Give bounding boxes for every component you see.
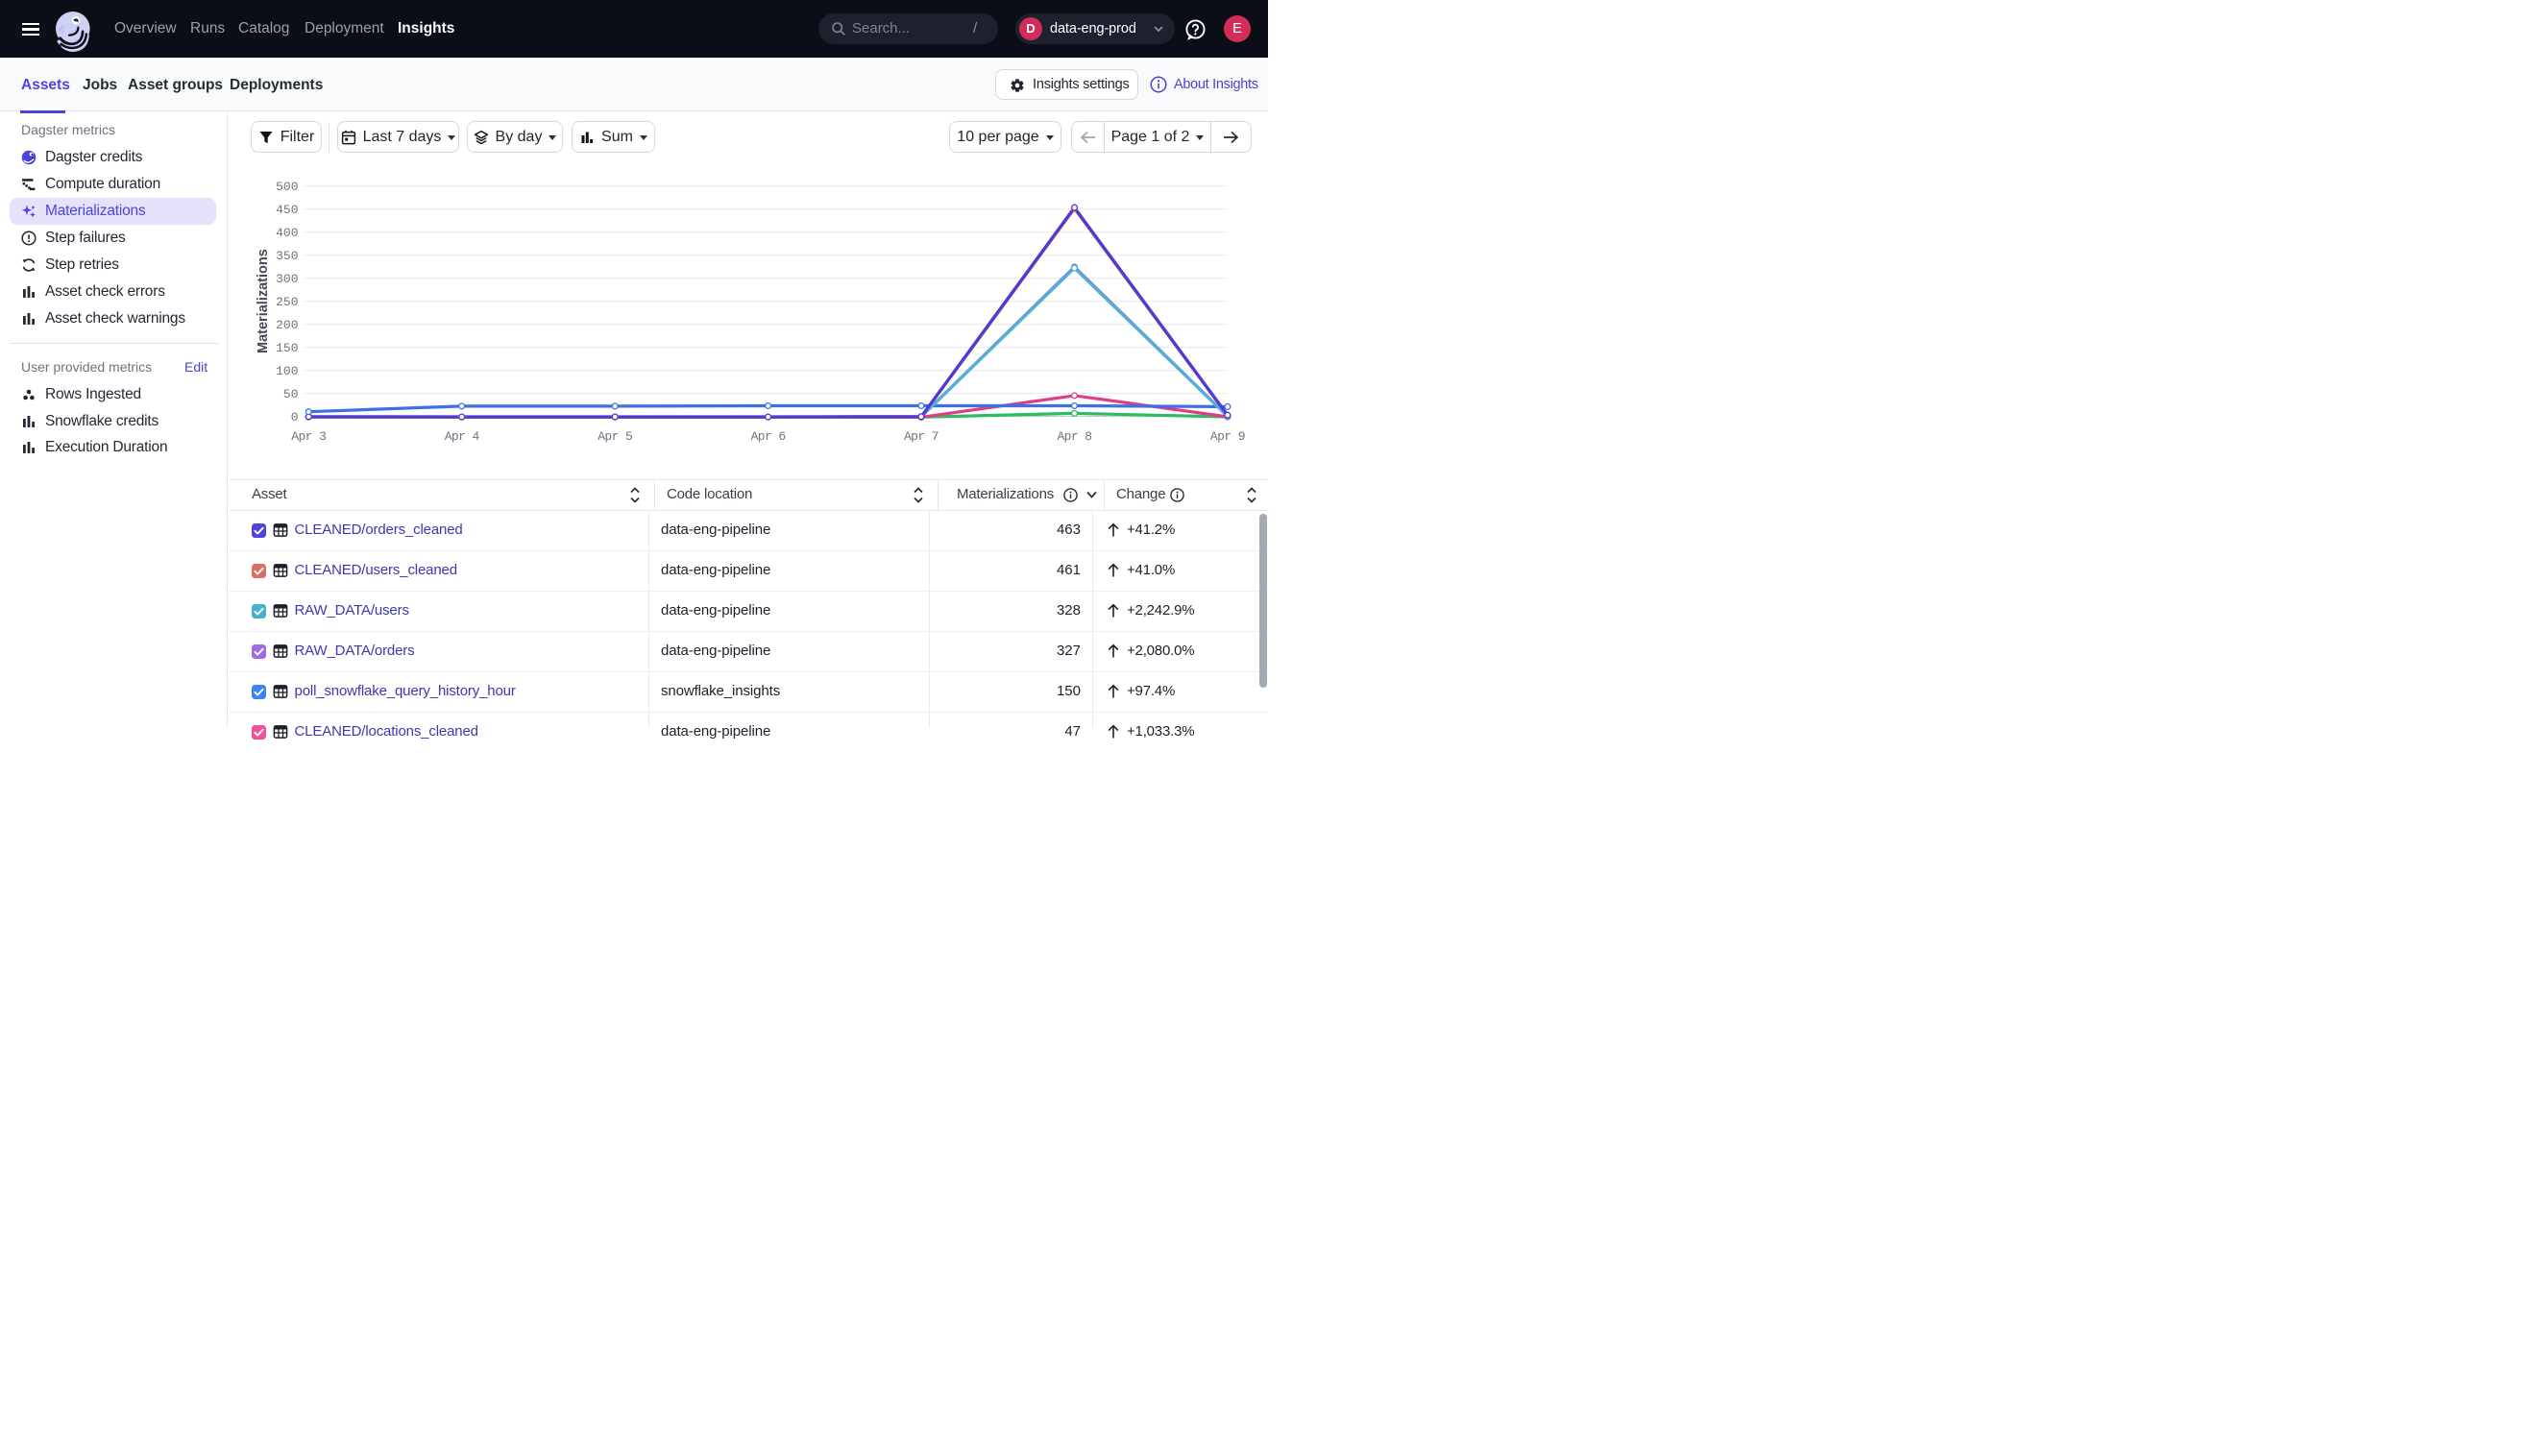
svg-text:Apr 5: Apr 5 [597,429,632,444]
svg-text:Apr 3: Apr 3 [291,429,326,444]
svg-text:Apr 8: Apr 8 [1057,429,1091,444]
svg-text:300: 300 [276,272,298,286]
svg-text:200: 200 [276,318,298,332]
svg-text:350: 350 [276,249,298,263]
svg-text:Apr 6: Apr 6 [751,429,786,444]
svg-text:Apr 4: Apr 4 [445,429,480,444]
svg-text:Apr 7: Apr 7 [904,429,939,444]
svg-text:400: 400 [276,226,298,240]
svg-text:500: 500 [276,180,298,194]
svg-text:Materializations: Materializations [256,249,271,353]
svg-text:100: 100 [276,364,298,378]
svg-text:450: 450 [276,203,298,217]
svg-text:50: 50 [283,387,299,401]
svg-text:250: 250 [276,295,298,309]
svg-text:0: 0 [291,410,299,425]
svg-text:Apr 9: Apr 9 [1210,429,1245,444]
svg-text:150: 150 [276,341,298,355]
